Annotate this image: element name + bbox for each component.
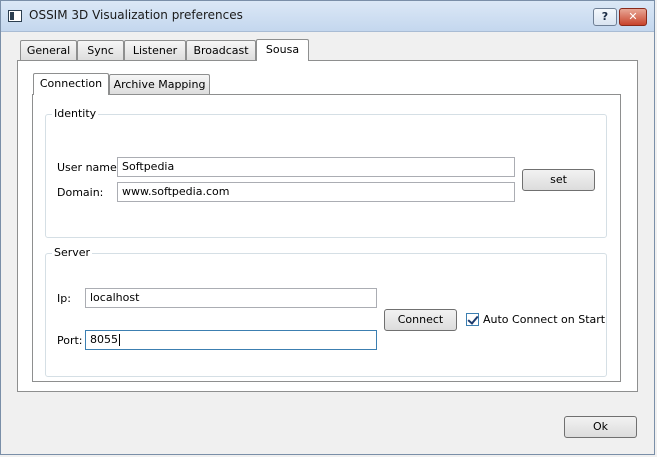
checkmark-icon xyxy=(467,313,479,325)
tab-general[interactable]: General xyxy=(20,40,77,61)
server-group-title: Server xyxy=(52,246,93,259)
tab-archive-mapping[interactable]: Archive Mapping xyxy=(109,74,210,95)
app-icon xyxy=(8,10,22,22)
set-button[interactable]: set xyxy=(522,169,595,191)
close-button[interactable]: ✕ xyxy=(619,8,647,26)
tab-listener[interactable]: Listener xyxy=(124,40,186,61)
title-bar[interactable]: OSSIM 3D Visualization preferences ? ✕ xyxy=(1,1,654,32)
identity-group-title: Identity xyxy=(52,107,99,120)
port-value: 8055 xyxy=(90,333,118,346)
domain-label: Domain: xyxy=(57,186,104,199)
help-button[interactable]: ? xyxy=(593,8,617,26)
connect-button[interactable]: Connect xyxy=(384,309,457,331)
port-label: Port: xyxy=(57,334,83,347)
domain-input[interactable]: www.softpedia.com xyxy=(117,182,515,202)
auto-connect-checkbox[interactable] xyxy=(466,313,479,326)
tab-broadcast[interactable]: Broadcast xyxy=(186,40,256,61)
tab-sousa[interactable]: Sousa xyxy=(256,39,309,61)
tab-sync[interactable]: Sync xyxy=(77,40,124,61)
text-caret xyxy=(119,334,120,346)
ip-input[interactable]: localhost xyxy=(85,288,377,308)
username-input[interactable]: Softpedia xyxy=(117,157,515,177)
window-title: OSSIM 3D Visualization preferences xyxy=(29,8,243,22)
ip-label: Ip: xyxy=(57,292,71,305)
ok-button[interactable]: Ok xyxy=(564,416,637,438)
port-input[interactable]: 8055 xyxy=(85,330,377,350)
tab-connection[interactable]: Connection xyxy=(33,73,109,95)
username-label: User name: xyxy=(57,161,121,174)
auto-connect-label[interactable]: Auto Connect on Start xyxy=(483,313,605,326)
